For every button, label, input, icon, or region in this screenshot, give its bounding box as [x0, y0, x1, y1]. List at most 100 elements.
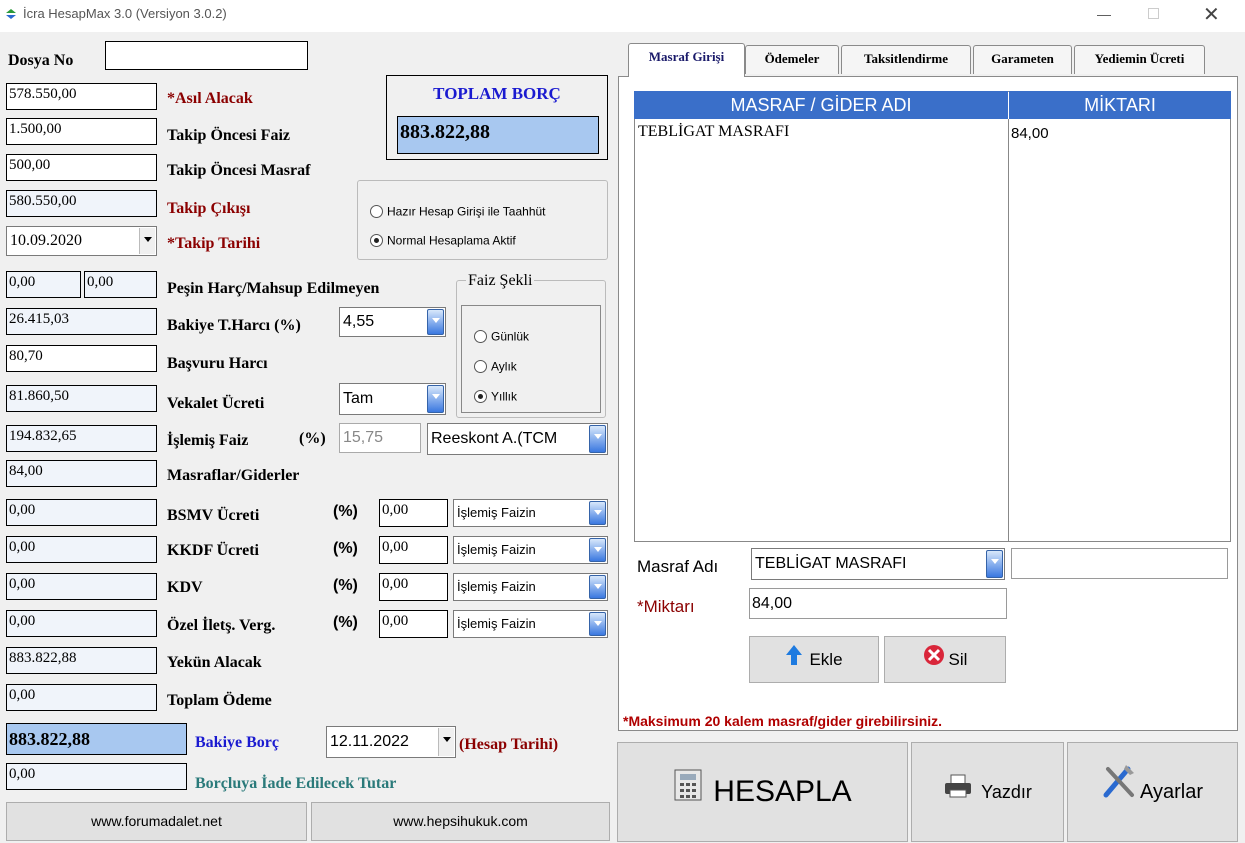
miktar-input[interactable]: 84,00: [749, 588, 1007, 619]
max-items-note: *Maksimum 20 kalem masraf/gider girebili…: [623, 713, 943, 729]
pesin-harc-field-1: 0,00: [6, 271, 81, 298]
calendar-dropdown-icon[interactable]: [438, 728, 454, 756]
print-button-label: Yazdır: [981, 782, 1032, 802]
kkdf-base-select[interactable]: İşlemiş Faizin: [453, 536, 608, 564]
takip-oncesi-faiz-input[interactable]: 1.500,00: [6, 118, 157, 145]
islemis-faiz-type-select[interactable]: Reeskont A.(TCM: [427, 423, 608, 455]
bsmv-rate-input[interactable]: 0,00: [379, 499, 448, 527]
kkdf-pct: (%): [333, 540, 358, 557]
calendar-dropdown-icon[interactable]: [139, 228, 155, 254]
yekun-alacak-label: Yekün Alacak: [167, 654, 262, 671]
dropdown-arrow-icon[interactable]: [589, 425, 606, 453]
bakiye-borc-value: 883.822,88: [6, 723, 187, 755]
radio-selected-icon[interactable]: [474, 389, 487, 403]
radio-icon[interactable]: [370, 204, 383, 218]
kdv-rate-input[interactable]: 0,00: [379, 573, 448, 601]
tab-odemeler[interactable]: Ödemeler: [745, 45, 839, 74]
dropdown-arrow-icon[interactable]: [589, 538, 606, 562]
kkdf-base-option: İşlemiş Faizin: [457, 542, 536, 557]
bakiye-harc-field: 26.415,03: [6, 308, 157, 335]
radio-icon[interactable]: [474, 359, 487, 373]
delete-icon: [923, 638, 945, 683]
radio-selected-icon[interactable]: [370, 233, 383, 247]
ozel-iletisim-label: Özel İletş. Verg.: [167, 617, 276, 634]
bakiye-harc-rate-select[interactable]: 4,55: [339, 307, 446, 337]
basvuru-harci-label: Başvuru Harcı: [167, 355, 268, 372]
print-button[interactable]: Yazdır: [911, 742, 1064, 842]
dosya-no-input[interactable]: [105, 41, 308, 70]
islemis-faiz-field: 194.832,65: [6, 425, 157, 452]
dropdown-arrow-icon[interactable]: [589, 612, 606, 636]
kdv-pct: (%): [333, 577, 358, 594]
minimize-icon[interactable]: —: [1089, 0, 1119, 30]
takip-tarihi-label: *Takip Tarihi: [167, 235, 261, 252]
masraf-adi-select[interactable]: TEBLİGAT MASRAFI: [751, 548, 1005, 580]
bsmv-pct: (%): [333, 503, 358, 520]
takip-oncesi-masraf-label: Takip Öncesi Masraf: [167, 162, 311, 179]
add-button[interactable]: Ekle: [749, 636, 879, 683]
masraflar-label: Masraflar/Giderler: [167, 467, 300, 484]
tab-garameten[interactable]: Garameten: [973, 45, 1072, 74]
delete-button[interactable]: Sil: [884, 636, 1006, 683]
vekalet-ucreti-select[interactable]: Tam: [339, 383, 446, 415]
tools-icon: [1102, 744, 1136, 842]
basvuru-harci-input[interactable]: 80,70: [6, 345, 157, 372]
dropdown-arrow-icon[interactable]: [986, 550, 1003, 578]
takip-tarihi-value: 10.09.2020: [10, 232, 82, 249]
asil-alacak-input[interactable]: 578.550,00: [6, 83, 157, 110]
faiz-option-yillik[interactable]: Yıllık: [474, 387, 517, 405]
faiz-option-gunluk[interactable]: Günlük: [474, 327, 529, 345]
dropdown-arrow-icon[interactable]: [589, 501, 606, 525]
toplam-borc-label: TOPLAM BORÇ: [433, 84, 561, 103]
kdv-label: KDV: [167, 579, 203, 596]
kkdf-rate-input[interactable]: 0,00: [379, 536, 448, 564]
maximize-icon[interactable]: [1148, 8, 1159, 19]
miktar-label: *Miktarı: [637, 597, 695, 616]
calculate-button[interactable]: HESAPLA: [617, 742, 908, 842]
ozel-iletisim-rate-input[interactable]: 0,00: [379, 610, 448, 638]
kdv-base-select[interactable]: İşlemiş Faizin: [453, 573, 608, 601]
tab-taksitlendirme[interactable]: Taksitlendirme: [841, 45, 971, 74]
pesin-harc-field-2: 0,00: [84, 271, 157, 298]
ozel-iletisim-base-select[interactable]: İşlemiş Faizin: [453, 610, 608, 638]
mode-option-normal[interactable]: Normal Hesaplama Aktif: [370, 231, 516, 249]
faiz-option-aylik[interactable]: Aylık: [474, 357, 517, 375]
settings-button-label: Ayarlar: [1140, 781, 1203, 803]
radio-icon[interactable]: [474, 329, 487, 343]
hepsihukuk-link-button[interactable]: www.hepsihukuk.com: [311, 802, 610, 841]
toplam-odeme-label: Toplam Ödeme: [167, 692, 272, 709]
ozel-iletisim-field: 0,00: [6, 610, 157, 637]
masraf-extra-input[interactable]: [1011, 548, 1228, 579]
bsmv-base-select[interactable]: İşlemiş Faizin: [453, 499, 608, 527]
tab-yediemin-ucreti[interactable]: Yediemin Ücreti: [1074, 45, 1205, 74]
takip-tarihi-picker[interactable]: 10.09.2020: [6, 226, 157, 256]
takip-oncesi-masraf-input[interactable]: 500,00: [6, 154, 157, 181]
tab-masraf-girisi[interactable]: Masraf Girişi: [628, 43, 745, 77]
vekalet-ucreti-label: Vekalet Ücreti: [167, 395, 265, 412]
kdv-field: 0,00: [6, 573, 157, 600]
mode-option-taahhut[interactable]: Hazır Hesap Girişi ile Taahhüt: [370, 202, 546, 220]
bsmv-base-option: İşlemiş Faizin: [457, 505, 536, 520]
calculator-icon: [673, 744, 705, 842]
close-icon[interactable]: ✕: [1203, 2, 1220, 27]
settings-button[interactable]: Ayarlar: [1067, 742, 1238, 842]
dropdown-arrow-icon[interactable]: [427, 385, 444, 413]
islemis-faiz-label: İşlemiş Faiz: [167, 432, 249, 449]
dropdown-arrow-icon[interactable]: [427, 309, 444, 335]
dropdown-arrow-icon[interactable]: [589, 575, 606, 599]
hesap-tarihi-picker[interactable]: 12.11.2022: [326, 726, 456, 758]
ozel-iletisim-pct: (%): [333, 614, 358, 631]
bsmv-field: 0,00: [6, 499, 157, 526]
takip-oncesi-faiz-label: Takip Öncesi Faiz: [167, 127, 290, 144]
printer-icon: [943, 744, 973, 842]
toplam-borc-value: 883.822,88: [397, 116, 599, 154]
ozel-iletisim-base-option: İşlemiş Faizin: [457, 616, 536, 631]
pesin-harc-label: Peşin Harç/Mahsup Edilmeyen: [167, 280, 380, 297]
table-row[interactable]: TEBLİGAT MASRAFI 84,00: [635, 121, 1230, 145]
islemis-faiz-rate-input[interactable]: 15,75: [339, 423, 421, 453]
islemis-faiz-pct: (%): [299, 430, 326, 447]
masraf-table: [634, 91, 1231, 542]
islemis-faiz-type-option: Reeskont A.(TCM: [431, 430, 558, 447]
toplam-odeme-field: 0,00: [6, 684, 157, 711]
forumadalet-link-button[interactable]: www.forumadalet.net: [6, 802, 307, 841]
